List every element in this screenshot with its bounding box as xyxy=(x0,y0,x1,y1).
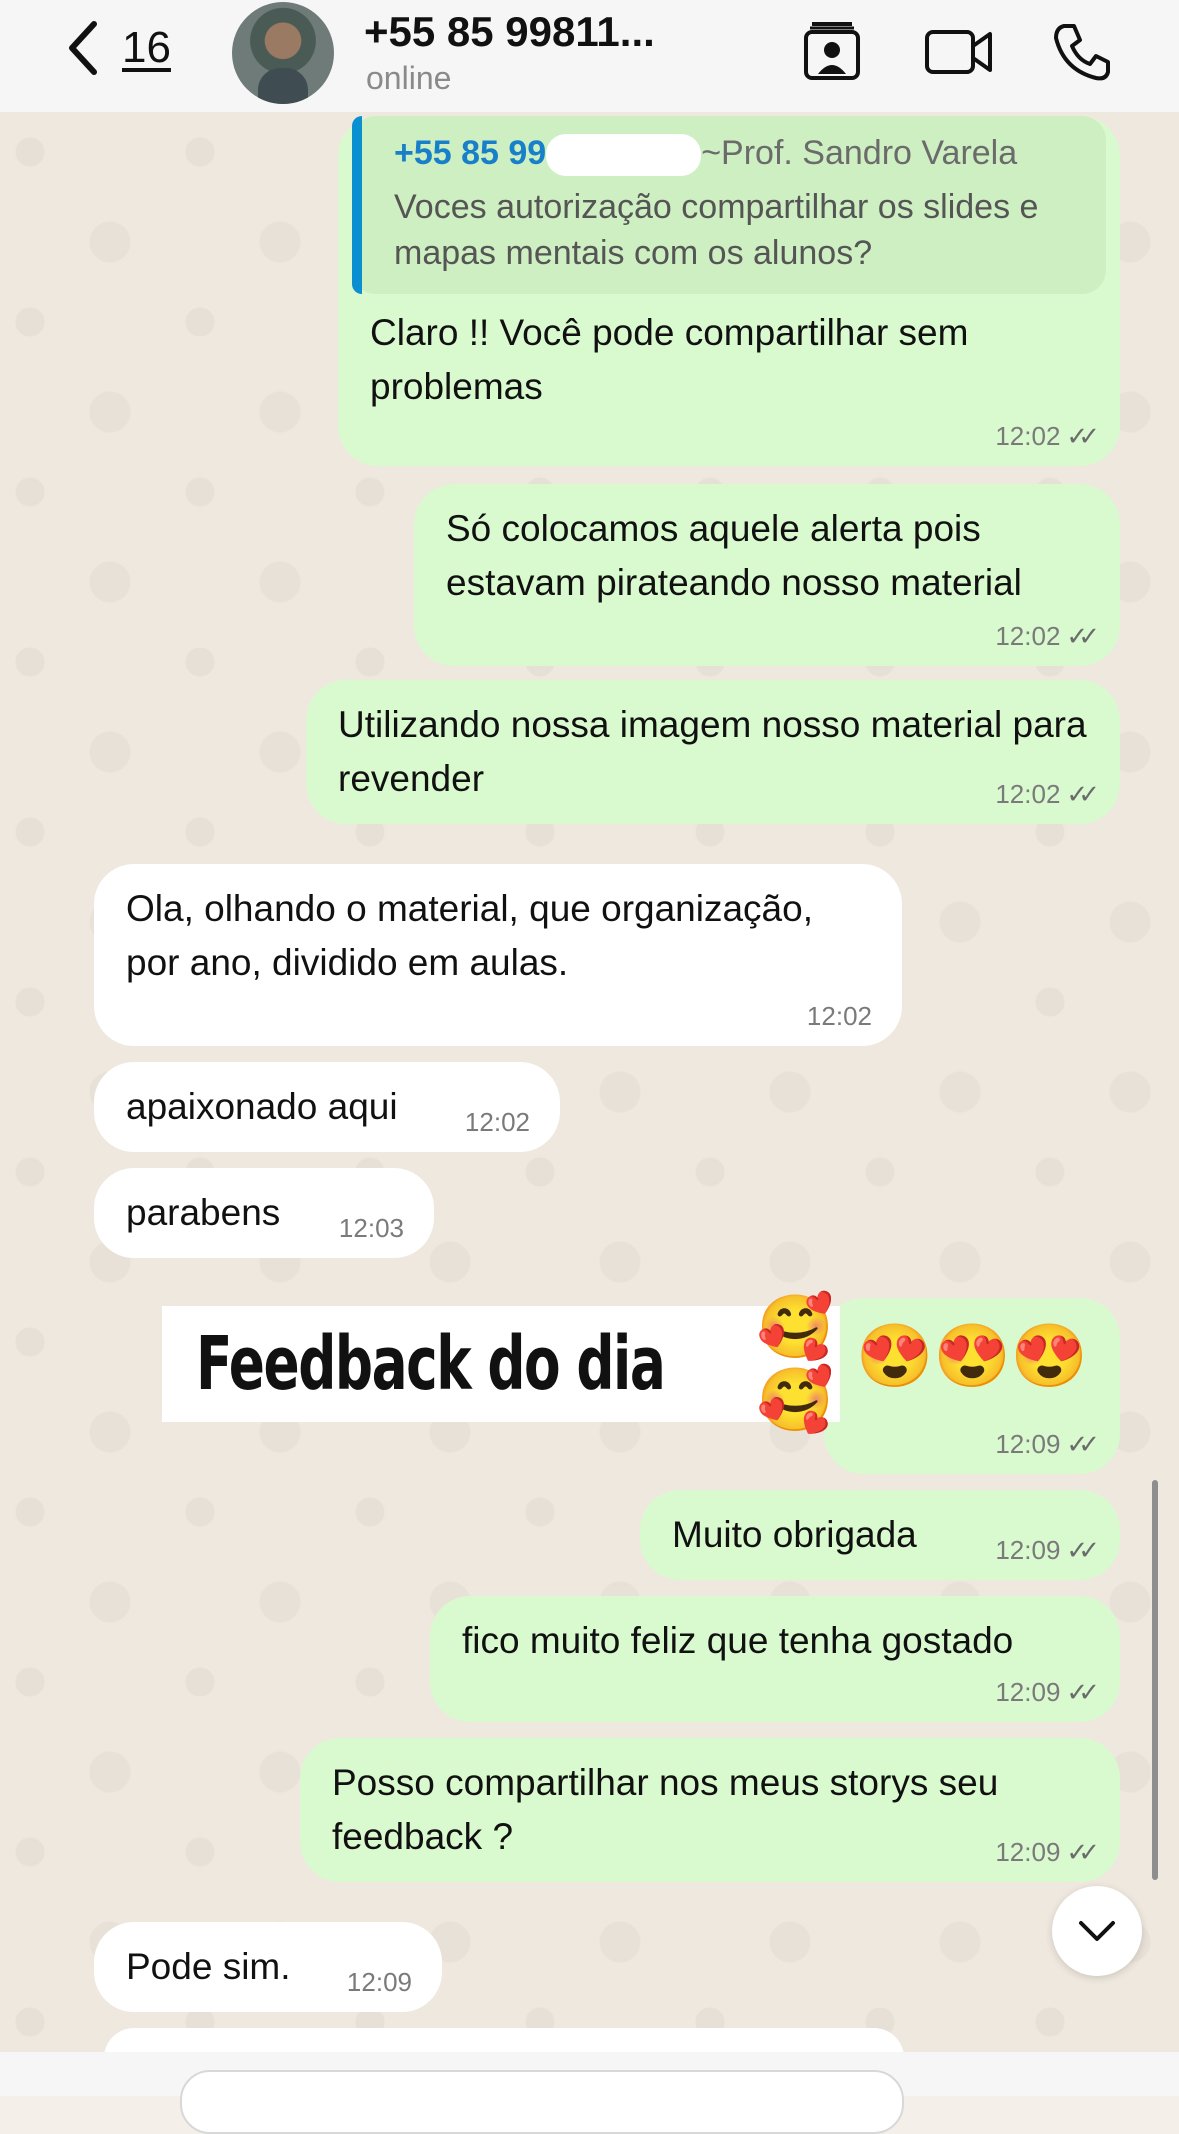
message-time: 12:02 xyxy=(806,1001,872,1031)
feedback-overlay: Feedback do dia 🥰🥰 xyxy=(162,1293,840,1435)
double-check-icon: ✓✓ xyxy=(1066,779,1099,809)
message-bubble-outgoing[interactable]: 😍😍😍 12:09 ✓✓ xyxy=(824,1298,1120,1474)
double-check-icon: ✓✓ xyxy=(1066,1677,1099,1707)
message-time: 12:02 ✓✓ xyxy=(995,621,1099,651)
contact-status: online xyxy=(366,60,452,96)
message-bubble-incoming[interactable]: Pode sim. 12:09 xyxy=(94,1922,442,2012)
message-bubble-incoming[interactable]: parabens 12:03 xyxy=(94,1168,434,1258)
message-text: Utilizando nossa imagem nosso material p… xyxy=(338,704,1087,799)
contact-card-icon[interactable] xyxy=(800,20,864,84)
quote-author-suffix: ~Prof. Sandro Varela xyxy=(701,134,1018,172)
message-time: 12:09 ✓✓ xyxy=(995,1429,1099,1459)
message-time: 12:09 ✓✓ xyxy=(995,1677,1099,1707)
message-input[interactable] xyxy=(180,2070,904,2134)
message-time: 12:09 ✓✓ xyxy=(995,1837,1099,1867)
redaction xyxy=(546,134,702,177)
message-text: Ola, olhando o material, que organização… xyxy=(126,888,813,983)
message-text: fico muito feliz que tenha gostado xyxy=(462,1620,1014,1661)
double-check-icon: ✓✓ xyxy=(1066,1535,1099,1565)
message-time: 12:09 ✓✓ xyxy=(995,1535,1099,1565)
message-text: Só colocamos aquele alerta pois estavam … xyxy=(446,508,1022,603)
message-bubble-outgoing[interactable]: Só colocamos aquele alerta pois estavam … xyxy=(414,484,1120,666)
double-check-icon: ✓✓ xyxy=(1066,621,1099,651)
quote-author: +55 85 99 xyxy=(394,134,547,172)
scroll-down-button[interactable] xyxy=(1052,1886,1142,1976)
double-check-icon: ✓✓ xyxy=(1066,1429,1099,1459)
chevron-left-icon xyxy=(69,21,97,75)
message-time: 12:03 xyxy=(338,1213,404,1243)
message-time: 12:02 xyxy=(464,1107,530,1137)
scrollbar[interactable] xyxy=(1152,1480,1158,1880)
avatar[interactable] xyxy=(232,2,334,104)
message-bubble-outgoing[interactable]: fico muito feliz que tenha gostado 12:09… xyxy=(430,1596,1120,1722)
video-call-icon[interactable] xyxy=(924,26,994,78)
double-check-icon: ✓✓ xyxy=(1066,421,1099,451)
quoted-message[interactable]: +55 85 99 ~Prof. Sandro Varela Voces auto… xyxy=(352,116,1106,295)
message-bubble-incoming[interactable]: apaixonado aqui 12:02 xyxy=(94,1062,560,1152)
composer-bar xyxy=(0,2052,1179,2134)
message-text: Claro !! Você pode compartilhar sem prob… xyxy=(370,312,969,408)
message-time: 12:02 ✓✓ xyxy=(995,779,1099,809)
unread-count: 16 xyxy=(122,23,171,72)
message-bubble-incoming[interactable]: Ola, olhando o material, que organização… xyxy=(94,864,902,1046)
message-text: Posso compartilhar nos meus storys seu f… xyxy=(332,1762,999,1857)
smiling-hearts-emoji: 🥰🥰 xyxy=(756,1293,834,1435)
message-time: 12:09 xyxy=(346,1967,412,1997)
message-bubble-outgoing[interactable]: Utilizando nossa imagem nosso material p… xyxy=(306,680,1120,824)
message-time: 12:02 ✓✓ xyxy=(995,421,1099,451)
phone-call-icon[interactable] xyxy=(1050,20,1114,84)
double-check-icon: ✓✓ xyxy=(1066,1837,1099,1867)
chevron-down-icon xyxy=(1079,1921,1115,1941)
message-bubble-outgoing[interactable]: Posso compartilhar nos meus storys seu f… xyxy=(300,1738,1120,1882)
feedback-overlay-text: Feedback do dia xyxy=(196,1321,666,1407)
chat-header: 16 +55 85 99811... online xyxy=(0,0,1179,112)
back-button[interactable]: 16 xyxy=(64,18,171,78)
contact-name[interactable]: +55 85 99811... xyxy=(364,8,655,56)
quote-text: Voces autorização compartilhar os slides… xyxy=(394,188,1039,273)
message-bubble-outgoing[interactable]: +55 85 99 ~Prof. Sandro Varela Voces auto… xyxy=(338,116,1120,466)
message-bubble-outgoing[interactable]: Muito obrigada 12:09 ✓✓ xyxy=(640,1490,1120,1580)
emoji-message: 😍😍😍 xyxy=(856,1322,1088,1391)
